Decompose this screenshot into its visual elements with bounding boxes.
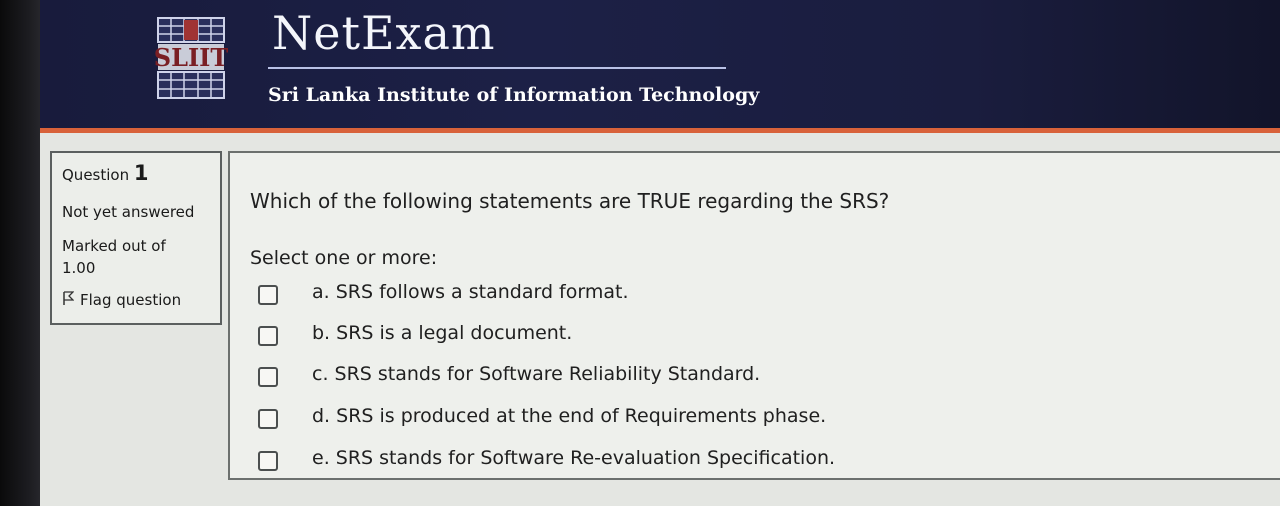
title-divider (268, 67, 726, 69)
question-panel: Which of the following statements are TR… (228, 151, 1280, 480)
site-subtitle: Sri Lanka Institute of Information Techn… (268, 84, 760, 106)
question-number-label: Question 1 (62, 161, 149, 185)
sliit-logo: SLIIT (154, 17, 228, 99)
option-e-label[interactable]: e. SRS stands for Software Re-evaluation… (312, 447, 835, 469)
screen-bezel (0, 0, 40, 506)
option-b-checkbox[interactable] (258, 326, 278, 346)
question-info-panel: Question 1 Not yet answered Marked out o… (50, 151, 222, 325)
answer-option-b[interactable]: b. SRS is a legal document. (258, 322, 958, 350)
site-title: NetExam (272, 6, 496, 60)
site-header: SLIIT NetExam Sri Lanka Institute of Inf… (40, 0, 1280, 128)
option-d-checkbox[interactable] (258, 409, 278, 429)
option-a-label[interactable]: a. SRS follows a standard format. (312, 281, 629, 303)
select-instruction: Select one or more: (250, 247, 438, 269)
marks-info: Marked out of 1.00 (62, 235, 166, 279)
svg-text:SLIIT: SLIIT (154, 43, 228, 72)
marked-value: 1.00 (62, 259, 96, 277)
option-c-checkbox[interactable] (258, 367, 278, 387)
quiz-content: Question 1 Not yet answered Marked out o… (40, 133, 1280, 506)
flag-question-label: Flag question (80, 291, 182, 309)
flag-icon (62, 291, 75, 309)
question-number: 1 (133, 161, 149, 185)
option-c-label[interactable]: c. SRS stands for Software Reliability S… (312, 363, 760, 385)
flag-question-link[interactable]: Flag question (62, 291, 181, 309)
question-label: Question (62, 166, 130, 184)
answer-option-d[interactable]: d. SRS is produced at the end of Require… (258, 405, 958, 433)
option-b-label[interactable]: b. SRS is a legal document. (312, 322, 572, 344)
answer-option-e[interactable]: e. SRS stands for Software Re-evaluation… (258, 447, 958, 475)
question-text: Which of the following statements are TR… (250, 189, 890, 213)
answer-option-a[interactable]: a. SRS follows a standard format. (258, 281, 958, 309)
option-a-checkbox[interactable] (258, 285, 278, 305)
option-d-label[interactable]: d. SRS is produced at the end of Require… (312, 405, 826, 427)
marked-label: Marked out of (62, 237, 166, 255)
option-e-checkbox[interactable] (258, 451, 278, 471)
answer-option-c[interactable]: c. SRS stands for Software Reliability S… (258, 363, 958, 391)
answer-status: Not yet answered (62, 203, 195, 221)
